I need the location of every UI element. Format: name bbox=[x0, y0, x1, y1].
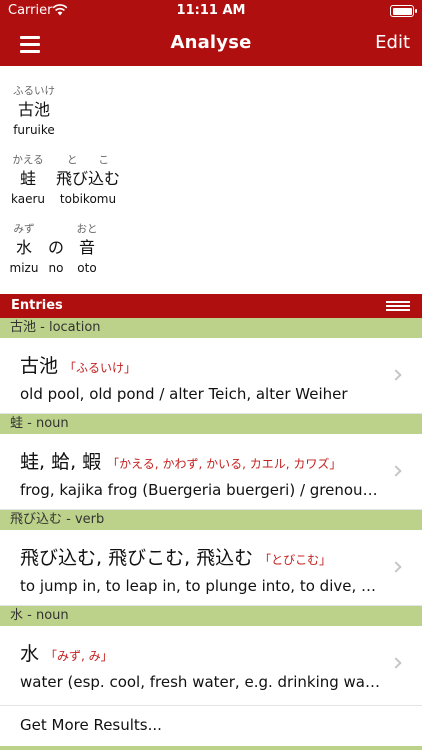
edit-button[interactable]: Edit bbox=[375, 32, 410, 53]
word-furuike[interactable]: ふるいけ 古池 furuike bbox=[10, 84, 58, 138]
entry-kana: 「かえる, かわず, かいる, カエル, カワズ」 bbox=[107, 457, 342, 471]
word-reading: おと bbox=[76, 223, 98, 235]
word-reading: かえる bbox=[12, 154, 44, 166]
entry-gloss: frog, kajika frog (Buergeria buergeri) /… bbox=[20, 481, 380, 499]
word-kanji: の bbox=[47, 238, 64, 257]
get-more-results-button[interactable]: Get More Results... bbox=[0, 706, 422, 746]
next-section-header-edge bbox=[0, 746, 422, 750]
section-header: 蛙 - noun bbox=[0, 414, 422, 434]
word-romaji: kaeru bbox=[10, 192, 45, 206]
get-more-results-label: Get More Results... bbox=[20, 716, 162, 734]
page-title: Analyse bbox=[170, 32, 252, 53]
status-time: 11:11 AM bbox=[176, 3, 246, 18]
entry-gloss: water (esp. cool, fresh water, e.g. drin… bbox=[20, 673, 380, 691]
section-header: 水 - noun bbox=[0, 606, 422, 626]
entry-gloss: old pool, old pond / alter Teich, alter … bbox=[20, 385, 348, 403]
status-bar: Carrier 11:11 AM bbox=[0, 0, 422, 24]
word-romaji: no bbox=[48, 261, 64, 275]
section-header: 古池 - location bbox=[0, 318, 422, 338]
entry-kana: 「ふるいけ」 bbox=[64, 361, 137, 375]
entry-row[interactable]: 水「みず, み」 water (esp. cool, fresh water, … bbox=[0, 626, 422, 706]
battery-icon bbox=[390, 5, 417, 17]
word-romaji: oto bbox=[77, 261, 97, 275]
chevron-right-icon bbox=[390, 465, 402, 477]
entry-row[interactable]: 蛙, 蛤, 蝦「かえる, かわず, かいる, カエル, カワズ」 frog, k… bbox=[0, 434, 422, 510]
word-reading bbox=[44, 222, 68, 236]
chevron-right-icon bbox=[390, 561, 402, 573]
word-kanji: 古池 bbox=[17, 100, 50, 119]
chevron-right-icon bbox=[390, 369, 402, 381]
chevron-right-icon bbox=[390, 657, 402, 669]
word-romaji: mizu bbox=[9, 261, 39, 275]
word-kanji: 水 bbox=[15, 238, 32, 257]
entry-kanji: 蛙, 蛤, 蝦 bbox=[20, 451, 102, 473]
word-romaji: tobikomu bbox=[59, 192, 117, 206]
entries-title: Entries bbox=[11, 298, 63, 313]
word-reading: と こ bbox=[67, 154, 109, 166]
sentence-analysis: ふるいけ 古池 furuike かえる 蛙 kaeru と こ 飛び込む tob… bbox=[0, 66, 422, 294]
word-reading: ふるいけ bbox=[13, 85, 55, 97]
top-bar: Carrier 11:11 AM Analyse Edit bbox=[0, 0, 422, 66]
word-tobikomu[interactable]: と こ 飛び込む tobikomu bbox=[54, 153, 122, 207]
entry-kanji: 飛び込む, 飛びこむ, 飛込む bbox=[20, 547, 254, 569]
word-oto[interactable]: おと 音 oto bbox=[72, 222, 102, 276]
word-mizu[interactable]: みず 水 mizu bbox=[8, 222, 40, 276]
entry-row[interactable]: 古池 「ふるいけ」 old pool, old pond / alter Teic… bbox=[0, 338, 422, 414]
navigation-bar: Analyse Edit bbox=[0, 24, 422, 66]
word-no[interactable]: の no bbox=[44, 222, 68, 276]
word-romaji: furuike bbox=[13, 123, 55, 137]
section-header: 飛び込む - verb bbox=[0, 510, 422, 530]
word-kaeru[interactable]: かえる 蛙 kaeru bbox=[8, 153, 48, 207]
word-kanji: 飛び込む bbox=[55, 169, 120, 188]
word-kanji: 蛙 bbox=[19, 169, 36, 188]
list-toggle-icon[interactable] bbox=[386, 299, 410, 313]
word-reading: みず bbox=[13, 223, 35, 235]
entry-kana: 「みず, み」 bbox=[45, 649, 113, 663]
entry-gloss: to jump in, to leap in, to plunge into, … bbox=[20, 577, 380, 595]
entry-kanji: 古池 bbox=[20, 355, 59, 377]
entry-kana: 「とびこむ」 bbox=[259, 553, 332, 567]
entry-row[interactable]: 飛び込む, 飛びこむ, 飛込む 「とびこむ」 to jump in, to lea… bbox=[0, 530, 422, 606]
entry-kanji: 水 bbox=[20, 643, 40, 665]
word-kanji: 音 bbox=[78, 238, 95, 257]
entries-header: Entries bbox=[0, 294, 422, 318]
